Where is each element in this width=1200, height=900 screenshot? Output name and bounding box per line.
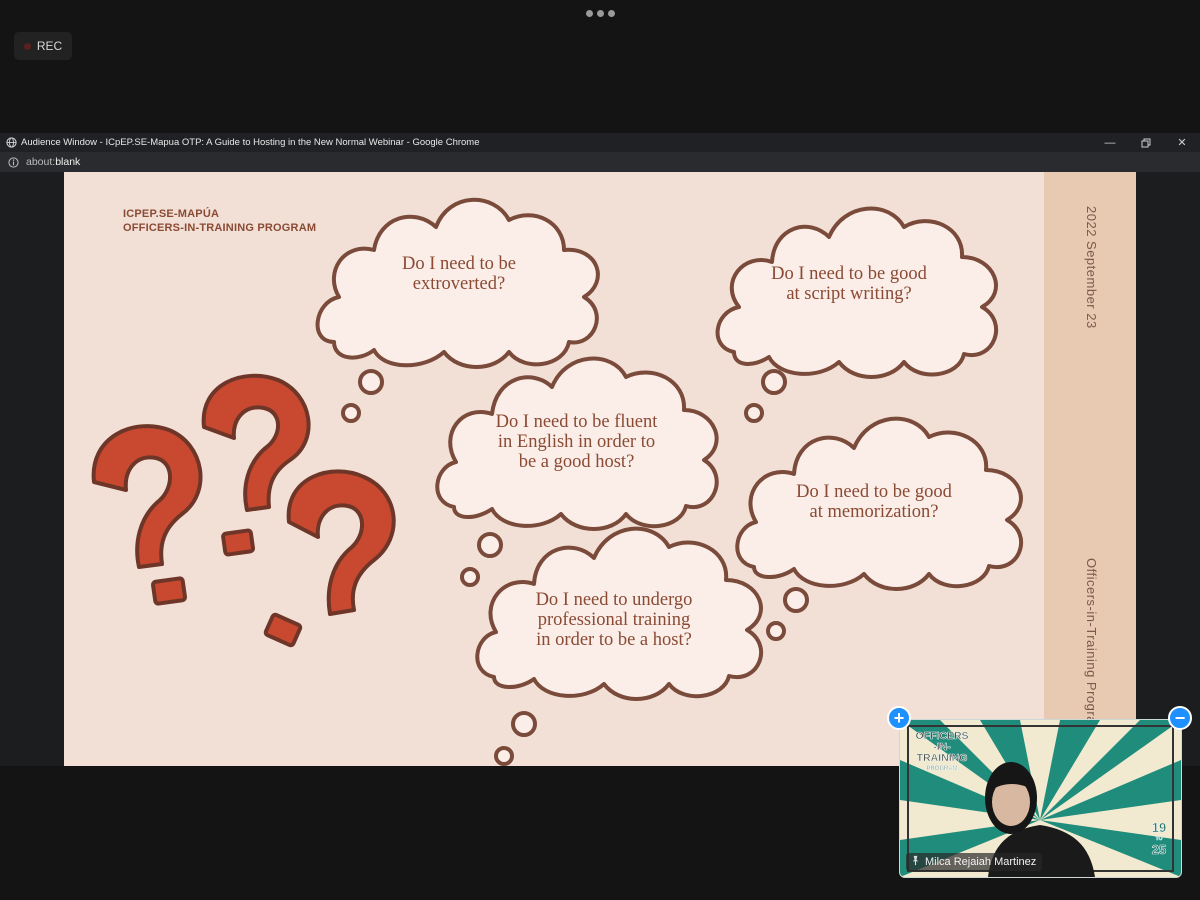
browser-viewport: 2022 September 23 Officers-in-Training P… [0,172,1200,766]
question-4-line-2: at memorization? [809,502,939,522]
question-mark-2 [201,373,311,512]
question-1-line-2: extroverted? [412,274,506,294]
question-2-line-1: Do I need to be good [771,264,927,284]
record-dot-icon [23,42,31,50]
url-scheme: about: [26,156,56,168]
presentation-slide: 2022 September 23 Officers-in-Training P… [64,172,1136,766]
participant-name: Milca Rejaiah Martinez [925,856,1037,868]
question-mark-1-dot [151,576,187,606]
question-3-line-2: in English in order to [497,432,656,452]
question-3-line-1: Do I need to be fluent [495,412,658,432]
close-icon[interactable]: ✕ [1164,133,1200,152]
minimize-icon[interactable]: — [1092,133,1128,152]
window-title: Audience Window - ICpEP.SE-Mapua OTP: A … [21,137,480,148]
more-options-dots[interactable] [586,10,615,17]
bg-number-top: 19 [1152,820,1166,835]
question-2-line-2: at script writing? [786,284,912,304]
add-button[interactable]: + [887,706,911,730]
recording-label: REC [36,39,63,53]
question-mark-3-dot [263,612,303,648]
globe-icon [6,137,17,148]
question-mark-1 [91,424,203,569]
question-1-line-1: Do I need to be [401,254,517,274]
remove-button[interactable]: − [1168,706,1192,730]
info-icon[interactable] [8,156,19,168]
question-5-line-3: in order to be a host? [536,630,692,650]
question-5-line-1: Do I need to undergo [535,590,693,610]
question-4-line-1: Do I need to be good [796,482,952,502]
pin-icon[interactable] [910,855,921,869]
question-mark-3 [286,469,396,616]
participant-video-tile[interactable]: OFFICERS -IN- TRAINING PROGRAM 19 TO 25 … [899,719,1182,878]
browser-titlebar: Audience Window - ICpEP.SE-Mapua OTP: A … [0,133,1200,152]
url-text: blank [55,156,81,168]
question-1: Do I need to be extroverted? [354,254,564,294]
recording-indicator: REC [14,32,72,60]
restore-icon[interactable] [1128,133,1164,152]
bg-logo-line-4: PROGRAM [926,766,957,772]
bg-number-bottom: 25 [1152,842,1166,857]
question-mark-2-dot [221,528,256,557]
question-3-line-3: be a good host? [518,452,635,472]
question-5: Do I need to undergo professional traini… [494,590,734,650]
question-5-line-2: professional training [537,610,691,630]
address-bar[interactable]: about: blank [0,152,1200,172]
bg-logo-line-3: TRAINING [917,752,968,764]
participant-name-label: Milca Rejaiah Martinez [906,853,1043,871]
question-2: Do I need to be good at script writing? [734,264,964,304]
question-3: Do I need to be fluent in English in ord… [464,412,689,472]
question-4: Do I need to be good at memorization? [759,482,989,522]
